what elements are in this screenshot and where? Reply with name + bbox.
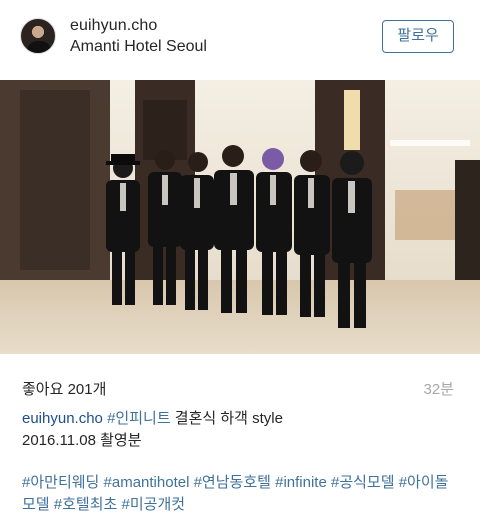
likes-count[interactable]: 좋아요 201개: [22, 378, 106, 399]
hashtag[interactable]: #미공개컷: [122, 496, 186, 513]
hashtag[interactable]: #호텔최초: [54, 496, 118, 513]
hashtag[interactable]: #연남동호텔: [194, 474, 271, 491]
hashtag-list: #아만티웨딩 #amantihotel #연남동호텔 #infinite #공식…: [22, 472, 462, 516]
hashtag[interactable]: #amantihotel: [104, 474, 190, 491]
hashtag[interactable]: #infinite: [275, 474, 327, 491]
username[interactable]: euihyun.cho: [70, 17, 157, 35]
caption-username[interactable]: euihyun.cho: [22, 410, 103, 427]
caption-hashtag[interactable]: #인피니트: [107, 410, 171, 427]
caption-text: 결혼식 하객 style: [170, 410, 283, 427]
hashtag[interactable]: #공식모델: [331, 474, 395, 491]
avatar[interactable]: [20, 18, 56, 54]
follow-button[interactable]: 팔로우: [382, 20, 454, 53]
hashtag[interactable]: #아만티웨딩: [22, 474, 99, 491]
photo-image: [0, 80, 480, 354]
post-time: 32분: [423, 381, 455, 398]
location[interactable]: Amanti Hotel Seoul: [70, 38, 207, 56]
post-photo[interactable]: [0, 80, 480, 354]
post-caption: euihyun.cho #인피니트 결혼식 하객 style 2016.11.0…: [22, 408, 462, 452]
caption-line2: 2016.11.08 촬영분: [22, 432, 142, 449]
post-header: euihyun.cho Amanti Hotel Seoul 팔로우: [0, 0, 480, 80]
